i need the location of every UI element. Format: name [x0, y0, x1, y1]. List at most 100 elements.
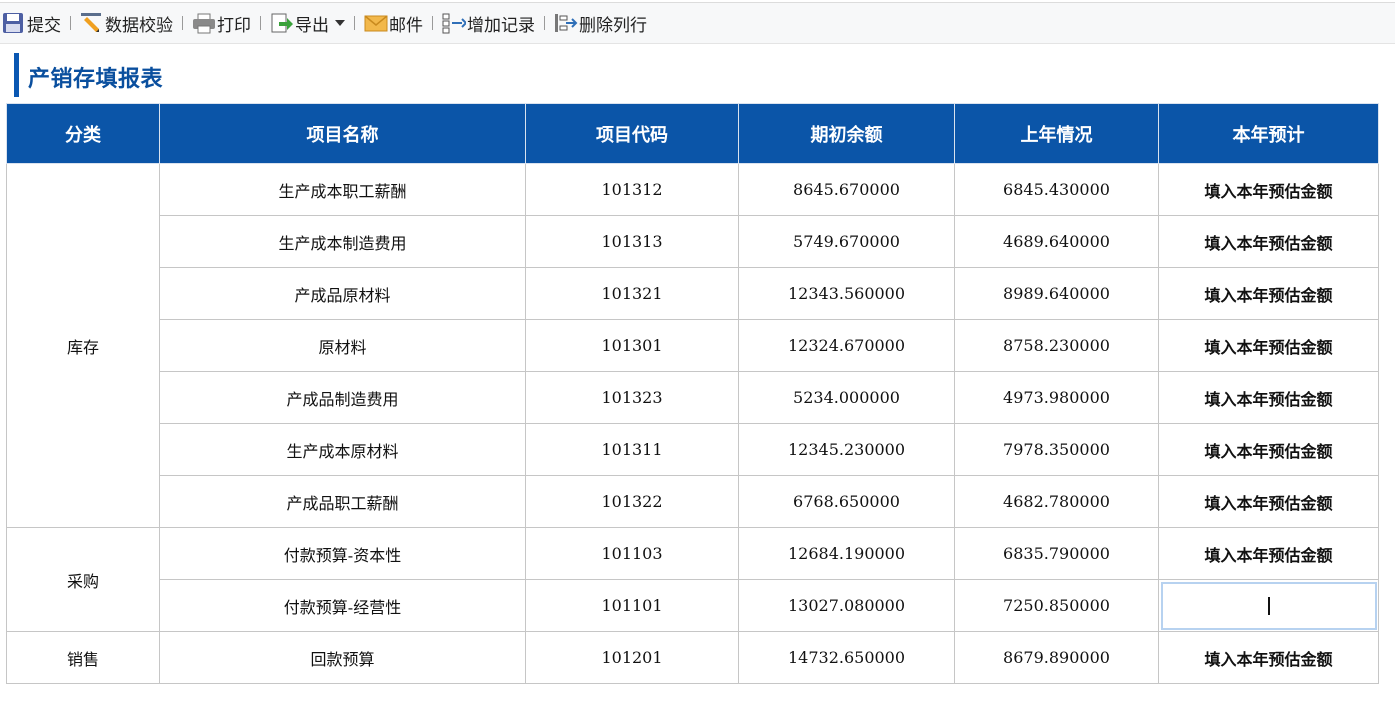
- page-title: 产销存填报表: [28, 67, 164, 92]
- last-year-cell: 8989.640000: [954, 267, 1159, 320]
- save-icon: [2, 12, 24, 34]
- toolbar-divider: [182, 16, 183, 30]
- table-row: 销售 回款预算 101201 14732.650000 8679.890000 …: [6, 631, 1379, 684]
- estimate-input-cell[interactable]: 填入本年预估金额: [1158, 475, 1379, 528]
- estimate-input-cell[interactable]: 填入本年预估金额: [1158, 163, 1379, 216]
- item-code-cell: 101103: [525, 527, 739, 580]
- item-name-cell: 生产成本制造费用: [159, 215, 526, 268]
- item-code-cell: 101323: [525, 371, 739, 424]
- mail-icon: [364, 12, 388, 34]
- add-row-icon: [442, 12, 468, 34]
- chevron-down-icon[interactable]: [335, 20, 345, 26]
- category-cell: 库存: [6, 163, 160, 528]
- opening-balance-cell: 5749.670000: [738, 215, 955, 268]
- estimate-input-cell[interactable]: 填入本年预估金额: [1158, 371, 1379, 424]
- item-name-cell: 产成品职工薪酬: [159, 475, 526, 528]
- delete-row-label: 删除列行: [579, 15, 647, 36]
- item-code-cell: 101101: [525, 579, 739, 632]
- table-row: 产成品原材料 101321 12343.560000 8989.640000 填…: [7, 267, 1379, 320]
- opening-balance-cell: 6768.650000: [738, 475, 955, 528]
- last-year-cell: 6845.430000: [954, 163, 1159, 216]
- estimate-input-cell[interactable]: 填入本年预估金额: [1158, 267, 1379, 320]
- last-year-cell: 7978.350000: [954, 423, 1159, 476]
- opening-balance-cell: 12345.230000: [738, 423, 955, 476]
- header-opening-balance: 期初余额: [738, 103, 955, 164]
- data-table: 分类 项目名称 项目代码 期初余额 上年情况 本年预计 库存 生产成本职工薪酬 …: [6, 103, 1379, 684]
- pencil-ruler-icon: [80, 12, 102, 34]
- opening-balance-cell: 8645.670000: [738, 163, 955, 216]
- table-row: 原材料 101301 12324.670000 8758.230000 填入本年…: [7, 319, 1379, 372]
- item-name-cell: 原材料: [159, 319, 526, 372]
- toolbar: 提交 数据校验 打印 导出 邮件 增加记录 删除列行: [0, 2, 1395, 44]
- table-row: 生产成本原材料 101311 12345.230000 7978.350000 …: [7, 423, 1379, 476]
- item-code-cell: 101311: [525, 423, 739, 476]
- validate-label: 数据校验: [105, 15, 173, 36]
- estimate-input-cell[interactable]: 填入本年预估金额: [1158, 215, 1379, 268]
- opening-balance-cell: 14732.650000: [738, 631, 955, 684]
- table-header-row: 分类 项目名称 项目代码 期初余额 上年情况 本年预计: [6, 103, 1379, 164]
- mail-button[interactable]: 邮件: [364, 8, 423, 38]
- submit-label: 提交: [27, 15, 61, 36]
- estimate-input-cell-active[interactable]: [1158, 579, 1379, 632]
- last-year-cell: 8679.890000: [954, 631, 1159, 684]
- export-icon: [270, 12, 293, 34]
- estimate-input-cell[interactable]: 填入本年预估金额: [1158, 423, 1379, 476]
- item-name-cell: 生产成本原材料: [159, 423, 526, 476]
- toolbar-divider: [432, 16, 433, 30]
- delete-row-button[interactable]: 删除列行: [554, 8, 647, 38]
- opening-balance-cell: 13027.080000: [738, 579, 955, 632]
- estimate-input-cell[interactable]: 填入本年预估金额: [1158, 319, 1379, 372]
- item-name-cell: 付款预算-经营性: [159, 579, 526, 632]
- table-row: 采购 付款预算-资本性 101103 12684.190000 6835.790…: [6, 527, 1379, 632]
- printer-icon: [192, 12, 215, 34]
- last-year-cell: 6835.790000: [954, 527, 1159, 580]
- category-cell: 销售: [6, 631, 160, 684]
- toolbar-divider: [544, 16, 545, 30]
- toolbar-divider: [70, 16, 71, 30]
- item-code-cell: 101201: [525, 631, 739, 684]
- item-code-cell: 101322: [525, 475, 739, 528]
- export-button[interactable]: 导出: [270, 8, 345, 38]
- validate-button[interactable]: 数据校验: [80, 8, 173, 38]
- item-code-cell: 101313: [525, 215, 739, 268]
- item-name-cell: 产成品制造费用: [159, 371, 526, 424]
- table-row: 生产成本制造费用 101313 5749.670000 4689.640000 …: [7, 215, 1379, 268]
- text-cursor: [1267, 596, 1270, 615]
- item-name-cell: 产成品原材料: [159, 267, 526, 320]
- item-name-cell: 回款预算: [159, 631, 526, 684]
- item-name-cell: 付款预算-资本性: [159, 527, 526, 580]
- item-code-cell: 101312: [525, 163, 739, 216]
- opening-balance-cell: 12324.670000: [738, 319, 955, 372]
- header-last-year: 上年情况: [954, 103, 1159, 164]
- item-code-cell: 101321: [525, 267, 739, 320]
- print-label: 打印: [217, 15, 251, 36]
- table-row: 产成品制造费用 101323 5234.000000 4973.980000 填…: [7, 371, 1379, 424]
- estimate-input[interactable]: [1160, 581, 1377, 630]
- header-item-code: 项目代码: [525, 103, 739, 164]
- header-this-year-estimate: 本年预计: [1158, 103, 1379, 164]
- last-year-cell: 4689.640000: [954, 215, 1159, 268]
- table-row: 库存 生产成本职工薪酬 101312 8645.670000 6845.4300…: [6, 163, 1379, 528]
- header-category: 分类: [6, 103, 160, 164]
- opening-balance-cell: 5234.000000: [738, 371, 955, 424]
- last-year-cell: 7250.850000: [954, 579, 1159, 632]
- print-button[interactable]: 打印: [192, 8, 251, 38]
- submit-button[interactable]: 提交: [2, 8, 61, 38]
- opening-balance-cell: 12343.560000: [738, 267, 955, 320]
- title-accent-bar: [14, 53, 19, 97]
- category-cell: 采购: [6, 527, 160, 632]
- last-year-cell: 4682.780000: [954, 475, 1159, 528]
- toolbar-divider: [354, 16, 355, 30]
- last-year-cell: 8758.230000: [954, 319, 1159, 372]
- opening-balance-cell: 12684.190000: [738, 527, 955, 580]
- add-record-button[interactable]: 增加记录: [442, 8, 535, 38]
- item-name-cell: 生产成本职工薪酬: [159, 163, 526, 216]
- estimate-input-cell[interactable]: 填入本年预估金额: [1158, 631, 1379, 684]
- table-row: 产成品职工薪酬 101322 6768.650000 4682.780000 填…: [7, 475, 1379, 528]
- header-item-name: 项目名称: [159, 103, 526, 164]
- item-code-cell: 101301: [525, 319, 739, 372]
- table-row: 付款预算-经营性 101101 13027.080000 7250.850000: [7, 579, 1379, 632]
- delete-row-icon: [554, 12, 578, 34]
- estimate-input-cell[interactable]: 填入本年预估金额: [1158, 527, 1379, 580]
- toolbar-divider: [260, 16, 261, 30]
